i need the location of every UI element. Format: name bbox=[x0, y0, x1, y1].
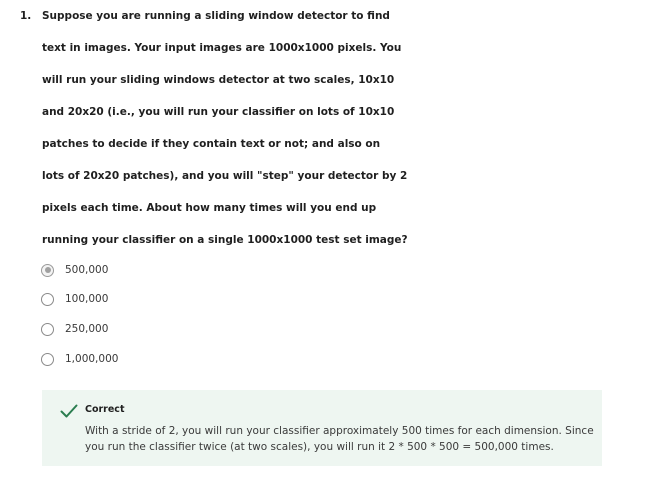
question-line: running your classifier on a single 1000… bbox=[42, 234, 408, 246]
question-line: and 20x20 (i.e., you will run your class… bbox=[42, 106, 395, 118]
option-label: 500,000 bbox=[65, 264, 109, 276]
radio-button[interactable] bbox=[41, 292, 54, 306]
question-line: patches to decide if they contain text o… bbox=[42, 138, 381, 150]
option-250000[interactable]: 250,000 bbox=[41, 320, 108, 338]
question-line: will run your sliding windows detector a… bbox=[42, 74, 395, 86]
question-number: 1. bbox=[20, 10, 32, 22]
option-1000000[interactable]: 1,000,000 bbox=[41, 350, 118, 368]
feedback-line: With a stride of 2, you will run your cl… bbox=[85, 425, 594, 437]
question-line: Suppose you are running a sliding window… bbox=[42, 10, 390, 22]
option-label: 100,000 bbox=[65, 293, 109, 305]
feedback-explanation: With a stride of 2, you will run your cl… bbox=[85, 423, 594, 455]
radio-button[interactable] bbox=[41, 322, 54, 336]
radio-button[interactable] bbox=[41, 352, 54, 366]
question-line: pixels each time. About how many times w… bbox=[42, 202, 377, 214]
feedback-line: you run the classifier twice (at two sca… bbox=[85, 441, 554, 453]
feedback-title: Correct bbox=[85, 404, 125, 415]
option-500000[interactable]: 500,000 bbox=[41, 261, 108, 279]
question-line: text in images. Your input images are 10… bbox=[42, 42, 402, 54]
radio-button-selected[interactable] bbox=[41, 263, 54, 277]
option-label: 1,000,000 bbox=[65, 353, 119, 365]
option-label: 250,000 bbox=[65, 323, 109, 335]
feedback-panel: Correct With a stride of 2, you will run… bbox=[42, 390, 602, 466]
question-line: lots of 20x20 patches), and you will "st… bbox=[42, 170, 408, 182]
option-100000[interactable]: 100,000 bbox=[41, 290, 108, 308]
checkmark-icon bbox=[60, 404, 78, 418]
